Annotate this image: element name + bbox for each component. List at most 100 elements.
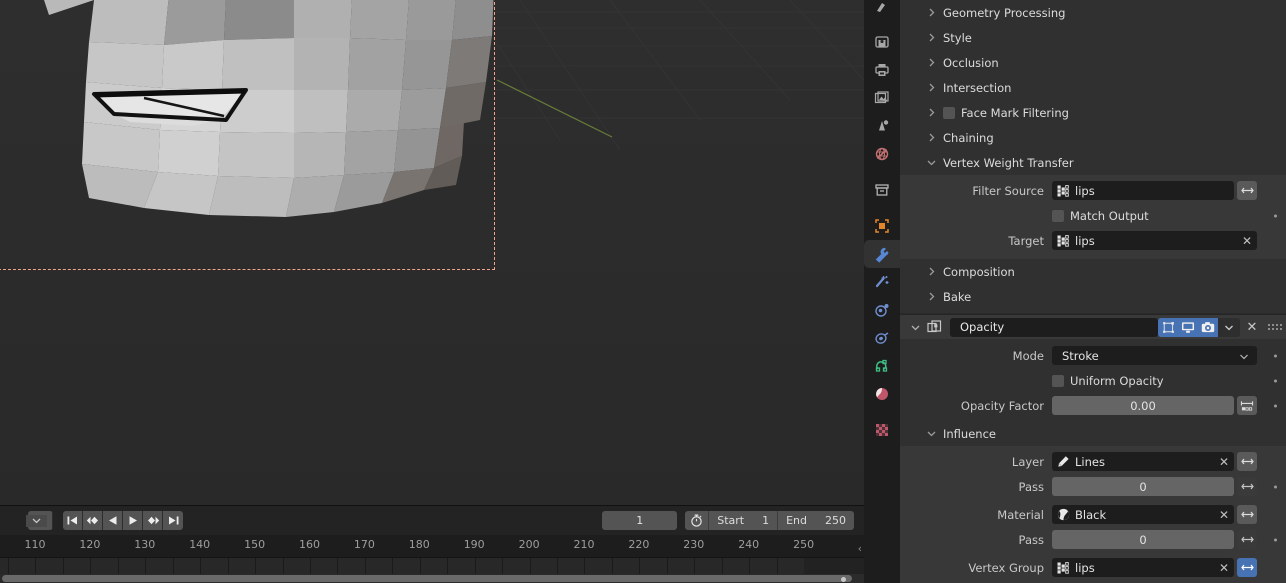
frame-range-group[interactable]: Start 1 End 250 [685,511,854,530]
panel-vertex-weight-transfer[interactable]: Vertex Weight Transfer [900,150,1286,175]
filter-source-field[interactable]: lips [1052,181,1234,200]
auto-keying-group[interactable] [26,511,53,530]
mode-dropdown[interactable]: Stroke [1052,346,1257,365]
panel-face-mark-filtering[interactable]: Face Mark Filtering [900,100,1286,125]
layer-field[interactable]: Lines ✕ [1052,452,1234,471]
close-icon[interactable]: ✕ [1214,505,1234,524]
panel-checkbox[interactable] [943,106,955,119]
modifier-name-field[interactable]: Opacity [950,317,1158,337]
play-button[interactable] [123,511,143,530]
timeline-editor[interactable]: 1 Start 1 End 250 110 120 130 140 150 16… [0,505,915,583]
layer-label: Layer [1011,454,1044,469]
material-invert-button[interactable] [1237,505,1257,524]
scrollbar-thumb[interactable] [2,575,852,582]
row-opacity-factor: Opacity Factor 0.00 [900,393,1286,418]
jump-to-start-button[interactable] [63,511,83,530]
layer-pass-field[interactable]: 0 [1052,477,1234,496]
3d-viewport[interactable] [0,0,864,505]
row-layer: Layer Lines ✕ [900,449,1286,474]
opacity-modifier-header[interactable]: Opacity ✕ [900,314,1286,339]
target-field[interactable]: lips ✕ [1052,231,1257,250]
layer-invert-button[interactable] [1237,452,1257,471]
chevron-down-icon[interactable] [910,322,924,333]
sidebar-item-render[interactable] [864,28,900,56]
panel-label: Chaining [943,130,994,145]
chevron-down-icon[interactable] [26,514,47,527]
animate-icon[interactable] [1237,396,1257,415]
next-keyframe-button[interactable] [143,511,163,530]
close-icon[interactable]: ✕ [1214,452,1234,471]
match-output-checkbox[interactable] [1052,209,1064,222]
influence-label: Influence [943,426,996,441]
vertex-group-invert-button[interactable] [1237,558,1257,577]
material-label: Material [997,507,1044,522]
panel-style[interactable]: Style [900,25,1286,50]
sidebar-item-view-layer[interactable] [864,84,900,112]
panel-geometry-processing[interactable]: Geometry Processing [900,0,1286,25]
start-frame-field[interactable]: Start 1 [709,511,779,530]
sidebar-item-output[interactable] [864,56,900,84]
end-frame-field[interactable]: End 250 [778,511,854,530]
sidebar-item-scene[interactable] [864,112,900,140]
sidebar-item-world[interactable] [864,140,900,168]
sidebar-item-object-data[interactable] [864,352,900,380]
low-poly-head-mesh[interactable] [0,0,514,280]
panel-occlusion[interactable]: Occlusion [900,50,1286,75]
line-art-tail-panels: Composition Bake [900,259,1286,309]
playback-controls[interactable] [63,511,183,530]
sidebar-item-constraints[interactable] [864,324,900,352]
previous-keyframe-button[interactable] [83,511,103,530]
modifier-extras-dropdown[interactable] [1218,317,1240,337]
timeline-ruler[interactable]: 110 120 130 140 150 160 170 180 190 200 210 220 230 2… [0,535,864,557]
material-pass-invert-button[interactable] [1237,530,1257,549]
ruler-tick-label: 150 [244,538,266,551]
sidebar-item-particles[interactable] [864,268,900,296]
play-reverse-button[interactable] [103,511,123,530]
animate-decorator-dot[interactable] [1274,214,1277,217]
vertex-group-field[interactable]: lips ✕ [1052,558,1234,577]
render-toggle[interactable] [1198,317,1218,337]
current-frame-field[interactable]: 1 [602,511,678,530]
layer-pass-invert-button[interactable] [1237,477,1257,496]
timeline-horizontal-scrollbar[interactable] [0,574,864,583]
close-icon[interactable]: ✕ [1237,231,1257,250]
drag-grip-icon[interactable] [1264,324,1286,330]
sidebar-item-modifiers[interactable] [864,240,900,268]
panel-chaining[interactable]: Chaining [900,125,1286,150]
material-pass-field[interactable]: 0 [1052,530,1234,549]
timeline-collapse-arrow[interactable]: ‹ [858,542,862,555]
chevron-right-icon [926,266,938,278]
material-field[interactable]: Black ✕ [1052,505,1234,524]
sidebar-item-texture[interactable] [864,416,900,444]
animate-decorator-dot[interactable] [1274,354,1277,357]
panel-composition[interactable]: Composition [900,259,1286,284]
animate-decorator-dot[interactable] [1274,379,1277,382]
chevron-right-icon [926,291,938,303]
sidebar-item-physics[interactable] [864,296,900,324]
panel-influence[interactable]: Influence [900,421,1286,446]
opacity-factor-slider[interactable]: 0.00 [1052,396,1234,415]
animate-decorator-dot[interactable] [1274,538,1277,541]
layer-pass-label: Pass [1018,479,1044,494]
uniform-opacity-checkbox[interactable] [1052,374,1064,387]
edit-mode-toggle[interactable] [1158,317,1178,337]
animate-decorator-dot[interactable] [1274,404,1277,407]
sidebar-item-material[interactable] [864,380,900,408]
panel-bake[interactable]: Bake [900,284,1286,309]
panel-intersection[interactable]: Intersection [900,75,1286,100]
sidebar-item-tool[interactable] [864,0,900,20]
stopwatch-icon[interactable] [685,511,710,530]
close-icon[interactable]: ✕ [1214,558,1234,577]
ruler-tick-label: 200 [518,538,540,551]
realtime-display-toggle[interactable] [1178,317,1198,337]
properties-editor[interactable]: Geometry Processing Style Occlusion Interse… [900,0,1286,583]
jump-to-end-button[interactable] [163,511,183,530]
scrollbar-grip[interactable] [841,577,846,582]
animate-decorator-dot[interactable] [1274,485,1277,488]
target-label: Target [1008,233,1044,248]
sidebar-item-collection[interactable] [864,176,900,204]
close-icon[interactable]: ✕ [1240,318,1264,337]
properties-tab-strip[interactable] [864,0,900,583]
filter-source-invert-button[interactable] [1237,181,1257,200]
sidebar-item-object[interactable] [864,212,900,240]
